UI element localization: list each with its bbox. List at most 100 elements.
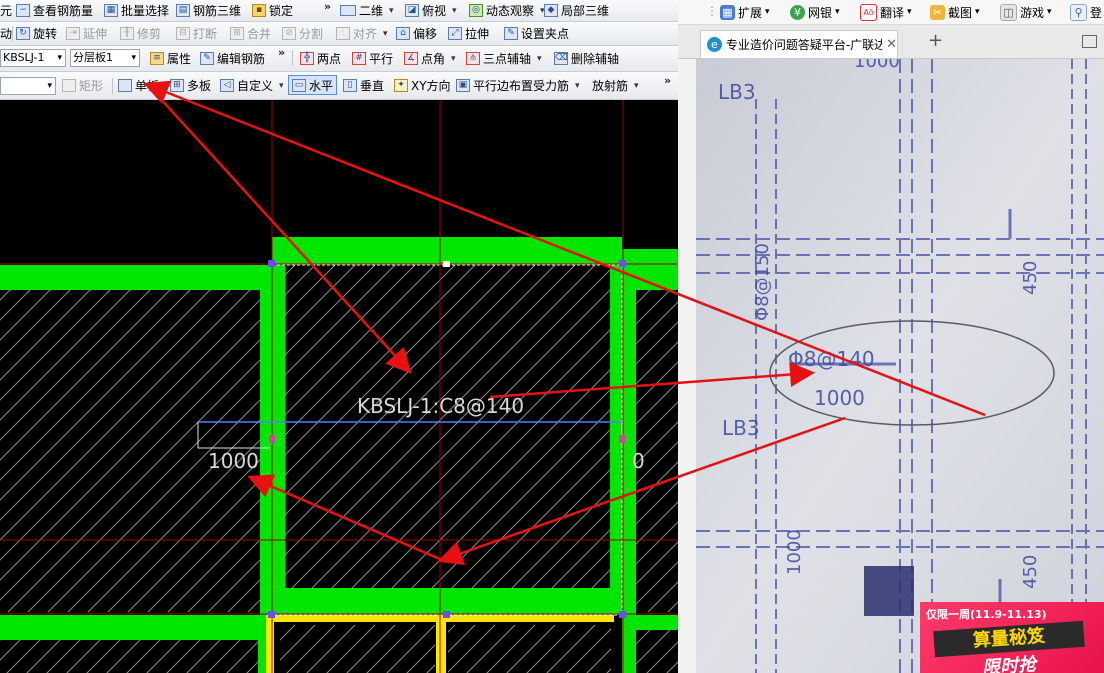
- svg-text:LB3: LB3: [722, 416, 760, 440]
- gamepad-icon: ◫: [1000, 3, 1017, 21]
- batch-select-icon: ▦: [104, 4, 118, 17]
- screenshot-button[interactable]: ✂ 截图 ▾: [930, 3, 980, 21]
- layer-select[interactable]: 分层板1: [70, 49, 140, 67]
- custom-dropdown[interactable]: ◁ 自定义: [220, 72, 284, 99]
- extend-icon: ⇥: [66, 27, 80, 40]
- rebar-3d-button[interactable]: ▤ 钢筋三维: [176, 0, 241, 21]
- toolbar-modify: 动 ↻旋转 ⇥延伸 ╫修剪 ⊟打断 ⊞合并 ⊘分割 ⫶对齐 ⌂偏移 ⤢拉伸 ✎设…: [0, 22, 678, 46]
- slab-bottom-right[interactable]: [448, 625, 611, 673]
- toolbar1-overflow-icon[interactable]: »: [324, 0, 331, 13]
- rebar-label[interactable]: KBSLJ-1:C8@140: [357, 394, 524, 418]
- parallel-icon: #: [352, 52, 366, 65]
- align-dropdown[interactable]: ⫶ 对齐: [336, 22, 388, 45]
- delete-aux-button[interactable]: ⌫ 删除辅轴: [554, 46, 619, 71]
- slab-bottom-far-right[interactable]: [636, 630, 678, 673]
- tab-list-icon[interactable]: [1082, 35, 1097, 48]
- tab-active[interactable]: e 专业造价问题答疑平台-广联达 ✕: [700, 30, 898, 58]
- toolbar-view: 元 ∽查看钢筋量 ▦批量选择 ▤钢筋三维 ▪锁定 » 二维 ◪俯视 ◎动态观察 …: [0, 0, 678, 22]
- three-point-icon: ⫛: [466, 52, 480, 65]
- lock-icon: ▪: [252, 4, 266, 17]
- scissors-icon: ✂: [930, 4, 945, 20]
- horizontal-button[interactable]: ▭ 水平: [288, 75, 338, 95]
- online-bank-button[interactable]: ¥ 网银 ▾: [790, 3, 840, 21]
- svg-text:1000: 1000: [784, 529, 805, 575]
- dynamic-view-dropdown[interactable]: ◎ 动态观察: [469, 0, 545, 21]
- rect-button[interactable]: 矩形: [62, 72, 103, 99]
- rebar-quantity-icon: ∽: [16, 4, 30, 17]
- split-button[interactable]: ⊘ 分割: [282, 22, 323, 45]
- xy-direction-icon: ✦: [394, 79, 408, 92]
- toolbar-element: KBSLJ-1 分层板1 ≡属性 ✎编辑钢筋 » ╬两点 #平行 ∡点角 ⫛三点…: [0, 46, 678, 72]
- browser-toolbar: ⋮ ▦ 扩展 ▾ ¥ 网银 ▾ Aö 翻译 ▾ ✂ 截图 ▾ ◫ 游戏 ▾ ⚲ 登: [678, 0, 1104, 25]
- games-button[interactable]: ◫ 游戏 ▾: [1000, 3, 1052, 21]
- extensions-icon: ▦: [720, 4, 735, 20]
- cube-icon: ◪: [405, 4, 419, 17]
- svg-text:Φ8@140: Φ8@140: [788, 347, 875, 371]
- tab-strip: e 专业造价问题答疑平台-广联达 ✕ +: [678, 25, 1104, 59]
- toolbar4-overflow-icon[interactable]: »: [664, 74, 671, 87]
- grid-3d-icon: ▤: [176, 4, 190, 17]
- ad-banner[interactable]: 仅限一周(11.9-11.13) 算量秘笈 限时抢: [920, 602, 1104, 673]
- grip-dots-icon: ⋮: [706, 4, 718, 18]
- batch-select-button[interactable]: ▦ 批量选择: [104, 0, 169, 21]
- top-view-dropdown[interactable]: ◪ 俯视: [405, 0, 457, 21]
- multi-slab-button[interactable]: ⊞ 多板: [170, 72, 211, 99]
- drawing-canvas[interactable]: KBSLJ-1:C8@140 1000 0: [0, 100, 678, 673]
- vertical-button[interactable]: ▯ 垂直: [343, 72, 384, 99]
- svg-text:Φ8@150: Φ8@150: [752, 243, 773, 321]
- parallel-button[interactable]: # 平行: [352, 46, 393, 71]
- parallel-edge-dropdown[interactable]: ▣ 平行边布置受力筋: [456, 72, 580, 99]
- single-slab-button[interactable]: 单板: [118, 72, 159, 99]
- new-tab-button[interactable]: +: [928, 30, 943, 51]
- toolbar3-overflow-icon[interactable]: »: [278, 46, 285, 59]
- three-point-aux-dropdown[interactable]: ⫛ 三点辅轴: [466, 46, 542, 71]
- svg-text:1000: 1000: [854, 59, 900, 72]
- stretch-button[interactable]: ⤢ 拉伸: [448, 22, 489, 45]
- set-grip-button[interactable]: ✎ 设置夹点: [504, 22, 569, 45]
- offset-button[interactable]: ⌂ 偏移: [396, 22, 437, 45]
- rectangle-icon: [62, 79, 76, 92]
- break-icon: ⊟: [176, 27, 190, 40]
- trim-icon: ╫: [120, 27, 134, 40]
- close-tab-icon[interactable]: ✕: [886, 37, 897, 52]
- login-button[interactable]: ⚲ 登: [1070, 3, 1102, 21]
- toolbar1-item0[interactable]: 元: [0, 0, 12, 21]
- magnifier-user-icon: ⚲: [1070, 3, 1087, 21]
- stretch-icon: ⤢: [448, 27, 462, 40]
- grip-icon: ✎: [504, 27, 518, 40]
- merge-button[interactable]: ⊞ 合并: [230, 22, 271, 45]
- offset-icon: ⌂: [396, 27, 410, 40]
- pencil-icon: ✎: [200, 52, 214, 65]
- trim-button[interactable]: ╫ 修剪: [120, 22, 161, 45]
- break-button[interactable]: ⊟ 打断: [176, 22, 217, 45]
- two-points-button[interactable]: ╬ 两点: [300, 46, 341, 71]
- slab-bottom-mid[interactable]: [280, 625, 435, 673]
- svg-text:1000: 1000: [814, 386, 865, 410]
- separator: [292, 50, 293, 66]
- rotate-button[interactable]: ↻ 旋转: [16, 22, 57, 45]
- radial-rebar-dropdown[interactable]: 放射筋: [592, 72, 639, 99]
- separator: [12, 26, 13, 42]
- single-slab-icon: [118, 79, 132, 92]
- slab-bottom-left[interactable]: [0, 640, 260, 673]
- lock-button[interactable]: ▪ 锁定: [252, 0, 293, 21]
- extend-button[interactable]: ▦ 扩展 ▾: [720, 3, 770, 21]
- orbit-icon: ◎: [469, 4, 483, 17]
- xy-direction-button[interactable]: ✦ XY方向: [394, 72, 451, 99]
- translate-button[interactable]: Aö 翻译 ▾: [860, 3, 912, 21]
- horizontal-icon: ▭: [292, 78, 306, 92]
- eraser-icon: ⌫: [554, 52, 568, 65]
- multi-slab-icon: ⊞: [170, 79, 184, 92]
- draw-mode-select[interactable]: [0, 77, 56, 95]
- edit-rebar-button[interactable]: ✎ 编辑钢筋: [200, 46, 265, 71]
- partial-3d-button[interactable]: ◆ 局部三维: [544, 0, 609, 21]
- properties-button[interactable]: ≡ 属性: [150, 46, 191, 71]
- toolbar2-item0[interactable]: 动: [0, 22, 12, 45]
- view-mode-dropdown[interactable]: 二维: [340, 0, 394, 21]
- drawing-photo: LB3 1000 450 Φ8@150 Φ8@140 1000 LB3 1000…: [696, 59, 1104, 673]
- toolbar-draw: 矩形 单板 ⊞多板 ◁自定义 ▭水平 ▯垂直 ✦XY方向 ▣平行边布置受力筋 放…: [0, 72, 678, 100]
- element-select[interactable]: KBSLJ-1: [0, 49, 66, 67]
- point-angle-dropdown[interactable]: ∡ 点角: [404, 46, 456, 71]
- extend-button[interactable]: ⇥ 延伸: [66, 22, 107, 45]
- check-rebar-button[interactable]: ∽ 查看钢筋量: [16, 0, 93, 21]
